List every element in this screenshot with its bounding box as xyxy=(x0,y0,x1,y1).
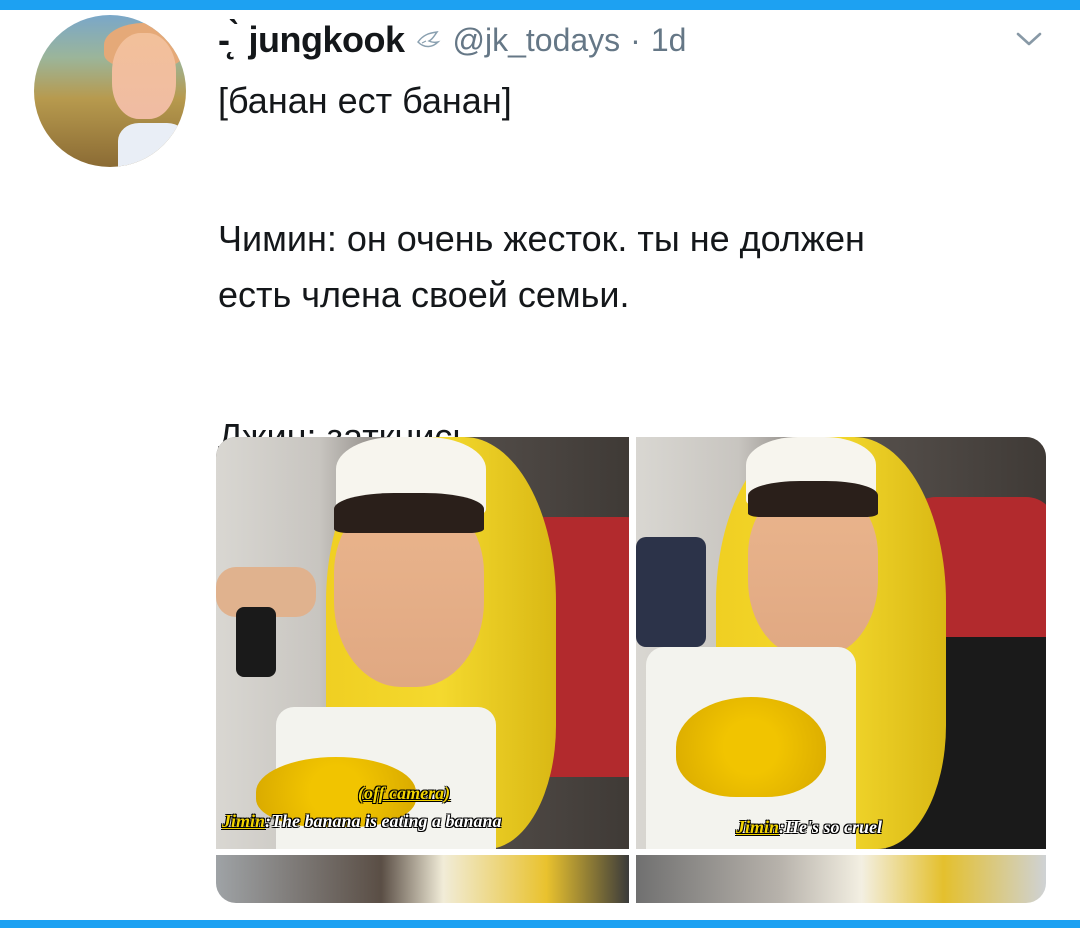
subtitle-speaker-right: Jimin xyxy=(736,817,780,837)
media-photo-right[interactable]: Jimin:He's so cruel xyxy=(636,437,1046,849)
hair xyxy=(334,493,484,533)
avatar-shirt xyxy=(118,123,186,167)
subtitle-text-left: The banana is eating a banana xyxy=(271,811,502,831)
subtitle-right: Jimin:He's so cruel xyxy=(736,817,883,837)
tweet-text: [банан ест банан] Чимин: он очень жесток… xyxy=(218,76,1038,462)
chevron-down-icon[interactable] xyxy=(1014,28,1044,50)
tweet-line-1: [банан ест банан] xyxy=(218,80,512,121)
costume-mesh xyxy=(676,697,826,797)
subtitle-text-right: He's so cruel xyxy=(785,817,883,837)
display-name[interactable]: -̨ ̀ jungkook xyxy=(218,19,405,61)
bottom-accent-bar xyxy=(0,920,1080,928)
separator-dot: · xyxy=(630,21,641,58)
hair xyxy=(748,481,878,517)
media-photo-left[interactable]: (off camera) Jimin:The banana is eating … xyxy=(216,437,629,849)
tweet-header: -̨ ̀ jungkook @jk_todays · 1d xyxy=(218,18,686,62)
tweet-media[interactable]: (off camera) Jimin:The banana is eating … xyxy=(216,437,1046,903)
timestamp[interactable]: 1d xyxy=(651,22,687,59)
handle[interactable]: @jk_todays xyxy=(453,22,621,59)
dumbbell xyxy=(236,607,276,677)
avatar-face xyxy=(112,33,176,119)
media-photo-bottom-right[interactable] xyxy=(636,855,1046,903)
avatar[interactable] xyxy=(34,15,186,167)
top-accent-bar xyxy=(0,0,1080,10)
media-photo-bottom-left[interactable] xyxy=(216,855,629,903)
jacket-sleeve xyxy=(636,537,706,647)
subtitle-left: Jimin:The banana is eating a banana xyxy=(222,811,502,831)
off-camera-caption: (off camera) xyxy=(358,783,451,803)
tweet-line-2: Чимин: он очень жесток. ты не должен xyxy=(218,218,865,259)
subtitle-speaker-left: Jimin xyxy=(222,811,266,831)
tweet-line-3: есть члена своей семьи. xyxy=(218,274,630,315)
dove-icon xyxy=(416,31,440,48)
